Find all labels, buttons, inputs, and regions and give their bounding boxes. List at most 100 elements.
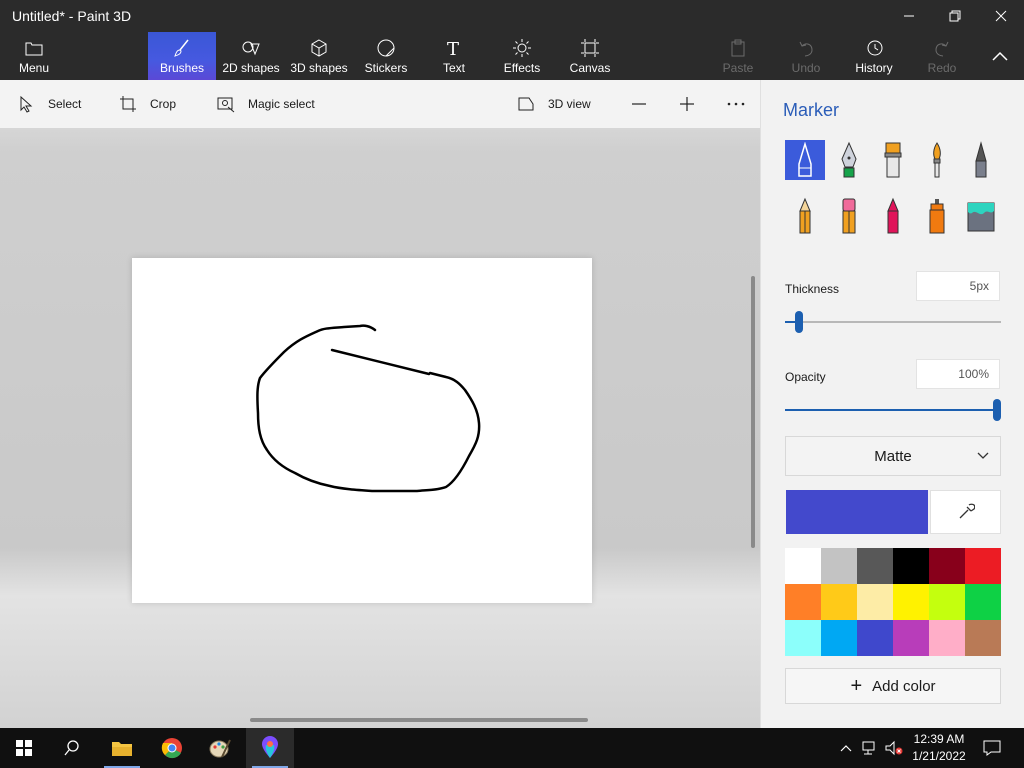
tab-3d-shapes[interactable]: 3D shapes [288,32,350,80]
pixel-pen-brush[interactable] [961,140,1001,180]
color-swatch[interactable] [857,584,893,620]
search-button[interactable] [48,728,96,768]
redo-button[interactable]: Redo [920,32,964,80]
spray-can-brush[interactable] [917,196,957,236]
tab-stickers[interactable]: Stickers [360,32,412,80]
select-tool[interactable]: Select [16,80,81,128]
clock-time: 12:39 AM [913,732,965,746]
menu-label: Menu [18,61,50,75]
marker-icon [798,142,812,177]
thickness-slider[interactable] [785,311,1001,333]
thickness-label: Thickness [785,282,840,296]
watercolor-brush[interactable] [917,140,957,180]
add-color-button[interactable]: + Add color [785,668,1001,704]
marker-brush[interactable] [785,140,825,180]
collapse-ribbon-button[interactable] [980,32,1020,80]
oil-brush-icon [884,142,902,178]
zoom-in-button[interactable] [678,80,696,128]
color-swatch[interactable] [785,584,821,620]
color-swatch[interactable] [785,620,821,656]
opacity-input[interactable]: 100% [916,359,1000,389]
paste-button[interactable]: Paste [716,32,760,80]
crayon-brush[interactable] [873,196,913,236]
tab-effects[interactable]: Effects [500,32,544,80]
pencil-brush[interactable] [785,196,825,236]
drawing-canvas[interactable] [132,258,592,603]
tab-2d-shapes[interactable]: 2D shapes [220,32,282,80]
eraser-brush[interactable] [829,196,869,236]
opacity-slider-thumb[interactable] [993,399,1001,421]
history-button[interactable]: History [848,32,900,80]
close-button[interactable] [978,0,1024,32]
svg-text:T: T [447,39,459,58]
tab-brushes-label: Brushes [159,61,205,75]
thickness-input[interactable]: 5px [916,271,1000,301]
menu-button[interactable]: Menu [10,32,58,80]
clock[interactable]: 12:39 AM 1/21/2022 [906,731,972,765]
vertical-scrollbar[interactable] [751,276,755,548]
file-explorer-taskbar-button[interactable] [98,728,146,768]
color-swatch[interactable] [893,620,929,656]
chrome-icon [161,738,182,759]
undo-button[interactable]: Undo [784,32,828,80]
3d-view-toggle[interactable]: 3D view [516,80,591,128]
fill-brush[interactable] [961,196,1001,236]
minimize-button[interactable] [886,0,932,32]
eraser-icon [842,198,856,234]
add-color-label: Add color [872,677,936,695]
crop-tool[interactable]: Crop [118,80,176,128]
color-swatch[interactable] [893,584,929,620]
paint-taskbar-button[interactable] [196,728,244,768]
notifications-button[interactable] [980,728,1004,768]
panel-title: Marker [783,100,840,120]
restore-button[interactable] [932,0,978,32]
color-swatch[interactable] [821,584,857,620]
color-swatch[interactable] [965,620,1001,656]
color-swatch[interactable] [821,620,857,656]
3d-view-label: 3D view [548,97,591,111]
history-label: History [855,61,893,75]
more-options-button[interactable] [726,80,746,128]
color-swatch[interactable] [821,548,857,584]
undo-label: Undo [791,61,821,75]
horizontal-scrollbar[interactable] [250,718,588,722]
search-icon [64,740,79,756]
crop-icon [120,96,136,112]
paste-label: Paste [722,61,754,75]
tab-canvas-label: Canvas [569,61,611,75]
tab-text[interactable]: T Text [432,32,476,80]
calligraphy-pen-icon [841,141,857,178]
folder-icon [25,42,43,56]
history-icon [867,40,883,56]
color-swatch[interactable] [965,548,1001,584]
start-button[interactable] [0,728,48,768]
network-tray-button[interactable] [858,728,882,768]
crayon-icon [887,197,899,234]
eyedropper-button[interactable] [930,490,1001,534]
tab-canvas[interactable]: Canvas [566,32,614,80]
pencil-icon [799,197,811,234]
color-swatch[interactable] [785,548,821,584]
chrome-taskbar-button[interactable] [148,728,196,768]
opacity-slider[interactable] [785,399,1001,421]
show-hidden-icons-button[interactable] [834,728,858,768]
calligraphy-pen-brush[interactable] [829,140,869,180]
oil-brush[interactable] [873,140,913,180]
cursor-icon [20,95,33,113]
volume-tray-button[interactable] [882,728,906,768]
paint3d-taskbar-button[interactable] [246,728,294,768]
color-palette [785,548,1001,656]
color-swatch[interactable] [929,584,965,620]
finish-dropdown[interactable]: Matte [785,436,1001,476]
color-swatch[interactable] [857,620,893,656]
zoom-out-button[interactable] [630,80,648,128]
color-swatch[interactable] [929,620,965,656]
color-swatch[interactable] [929,548,965,584]
color-swatch[interactable] [857,548,893,584]
color-swatch[interactable] [893,548,929,584]
current-color-swatch[interactable] [786,490,928,534]
magic-select-tool[interactable]: Magic select [216,80,315,128]
tab-brushes[interactable]: Brushes [148,32,216,80]
thickness-slider-thumb[interactable] [795,311,803,333]
color-swatch[interactable] [965,584,1001,620]
